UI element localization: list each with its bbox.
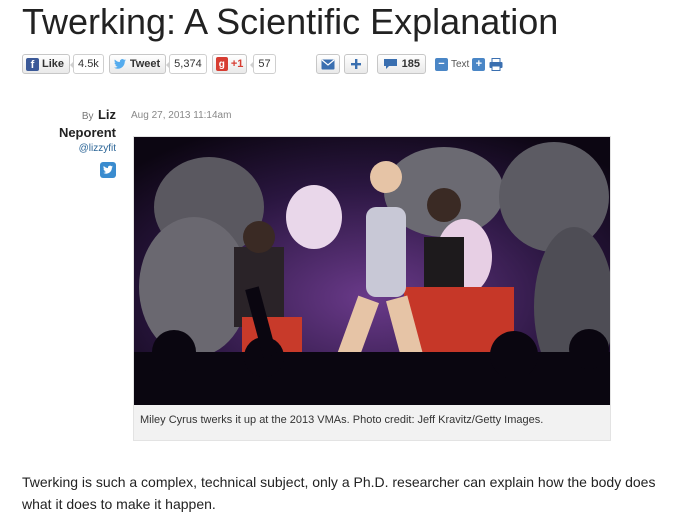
facebook-icon: f <box>26 57 39 71</box>
article-body-text: Twerking is such a complex, technical su… <box>22 474 656 512</box>
author-last-name[interactable]: Neporent <box>22 124 116 141</box>
google-plus-one-label: +1 <box>230 58 244 70</box>
twitter-bird-icon <box>113 59 126 69</box>
byline: By Liz Neporent @lizzyfit <box>22 106 116 183</box>
tweet-count: 5,374 <box>166 54 207 74</box>
article-photo[interactable] <box>134 137 610 405</box>
facebook-like-label: Like <box>42 58 65 70</box>
comments-button[interactable]: 185 <box>376 54 426 74</box>
google-plus-icon: g <box>215 57 228 71</box>
article-title: Twerking: A Scientific Explanation <box>22 1 559 42</box>
minus-icon[interactable]: − <box>434 57 448 71</box>
twitter-icon[interactable] <box>100 162 116 178</box>
article-figure: Miley Cyrus twerks it up at the 2013 VMA… <box>133 136 611 441</box>
google-plus-one-count: 57 <box>250 54 276 74</box>
plus-icon <box>350 59 361 69</box>
facebook-like-button[interactable]: f Like <box>22 54 71 74</box>
tweet-button[interactable]: Tweet <box>108 54 167 74</box>
by-label: By <box>81 111 94 122</box>
share-bar: f Like 4.5k Tweet 5,374 g +1 57 185 − Te… <box>22 53 503 75</box>
print-button[interactable] <box>489 57 503 71</box>
google-plus-one-button[interactable]: g +1 <box>211 54 248 74</box>
article-date: Aug 27, 2013 11:14am <box>131 110 232 121</box>
speech-bubble-icon <box>383 59 397 69</box>
plus-icon[interactable]: + <box>472 57 486 71</box>
comments-count: 185 <box>401 58 420 70</box>
envelope-icon <box>321 59 335 69</box>
photo-caption: Miley Cyrus twerks it up at the 2013 VMA… <box>140 414 544 426</box>
author-first-name[interactable]: Liz <box>98 107 116 122</box>
author-twitter-handle[interactable]: @lizzyfit <box>22 143 116 154</box>
text-size-label: Text <box>450 58 470 70</box>
text-size-control: − Text + <box>434 57 486 71</box>
email-button[interactable] <box>315 54 340 74</box>
more-share-button[interactable] <box>343 54 368 74</box>
facebook-like-count: 4.5k <box>70 54 104 74</box>
tweet-label: Tweet <box>129 58 161 70</box>
printer-icon <box>489 57 503 71</box>
